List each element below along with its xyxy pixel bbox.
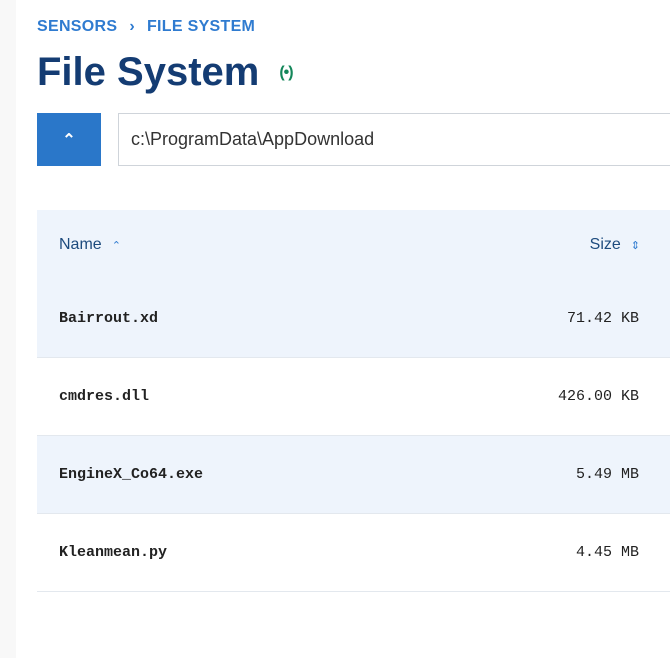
column-header-name[interactable]: Name ⌃ xyxy=(59,236,121,254)
file-name: Bairrout.xd xyxy=(59,310,159,327)
page-title-text: File System xyxy=(37,50,260,94)
sort-ascending-icon: ⌃ xyxy=(111,239,121,252)
column-size-label: Size xyxy=(589,236,621,253)
file-name: EngineX_Co64.exe xyxy=(59,466,204,483)
breadcrumb-file-system[interactable]: FILE SYSTEM xyxy=(147,18,255,36)
file-name: cmdres.dll xyxy=(59,388,150,405)
file-size: 4.45 MB xyxy=(575,544,639,561)
table-row[interactable]: Bairrout.xd 71.42 KB xyxy=(37,280,670,358)
breadcrumb-sensors[interactable]: SENSORS xyxy=(37,18,117,36)
table-header: Name ⌃ Size ⇕ xyxy=(37,210,670,280)
file-size: 5.49 MB xyxy=(575,466,639,483)
path-input[interactable] xyxy=(118,113,670,166)
left-margin xyxy=(0,0,16,658)
live-signal-icon: (•) xyxy=(279,63,293,81)
breadcrumb: SENSORS › FILE SYSTEM xyxy=(37,18,255,36)
column-name-label: Name xyxy=(59,236,102,253)
page-title: File System (•) xyxy=(37,50,294,95)
table-body: Bairrout.xd 71.42 KB cmdres.dll 426.00 KB … xyxy=(37,280,670,592)
file-table: Name ⌃ Size ⇕ Bairrout.xd 71.42 KB cmdres.d… xyxy=(37,210,670,592)
table-row[interactable]: Kleanmean.py 4.45 MB xyxy=(37,514,670,592)
file-size: 426.00 KB xyxy=(557,388,639,405)
column-header-size[interactable]: Size ⇕ xyxy=(590,236,640,254)
sort-unsorted-icon: ⇕ xyxy=(630,239,640,252)
table-row[interactable]: cmdres.dll 426.00 KB xyxy=(37,358,670,436)
parent-directory-button[interactable]: ⌃ xyxy=(37,113,101,166)
file-size: 71.42 KB xyxy=(566,310,639,327)
chevron-up-icon: ⌃ xyxy=(62,131,76,149)
file-name: Kleanmean.py xyxy=(59,544,168,561)
chevron-right-icon: › xyxy=(129,18,135,35)
table-row[interactable]: EngineX_Co64.exe 5.49 MB xyxy=(37,436,670,514)
